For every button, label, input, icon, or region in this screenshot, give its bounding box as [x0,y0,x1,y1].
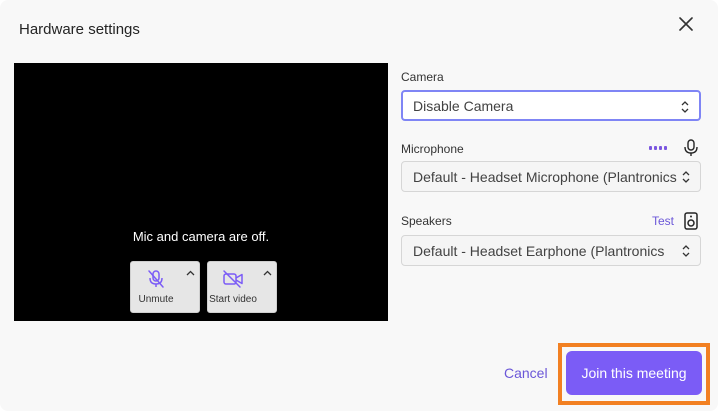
mic-options-button[interactable] [181,262,199,312]
select-arrows-icon [681,101,689,113]
microphone-select[interactable]: Default - Headset Microphone (Plantronic… [401,161,701,192]
select-arrows-icon [682,245,690,257]
chevron-up-icon [186,270,194,276]
mic-icon [684,139,698,156]
unmute-label: Unmute [138,294,174,305]
close-button[interactable] [673,11,699,37]
microphone-selected-value: Default - Headset Microphone (Plantronic… [413,168,677,185]
speakers-label: Speakers [401,214,452,228]
camera-select[interactable]: Disable Camera [401,90,701,121]
video-off-icon [223,270,243,288]
video-preview: Mic and camera are off. Unmute Start vid… [14,63,388,321]
camera-selected-value: Disable Camera [413,97,514,114]
video-control: Start video [207,261,277,313]
speakers-select[interactable]: Default - Headset Earphone (Plantronics [401,235,701,266]
video-options-button[interactable] [258,262,276,312]
speakers-selected-value: Default - Headset Earphone (Plantronics [413,242,665,259]
cancel-button[interactable]: Cancel [504,365,548,381]
preview-message: Mic and camera are off. [132,229,270,244]
start-video-label: Start video [209,294,257,305]
hardware-settings-dialog: Hardware settings Mic and camera are off… [0,0,718,411]
unmute-button[interactable]: Unmute [131,262,181,312]
camera-label: Camera [401,70,444,84]
dialog-title: Hardware settings [19,21,140,38]
mic-off-icon [148,270,164,288]
select-arrows-icon [682,171,690,183]
speaker-icon [684,212,698,230]
mic-level-meter [649,146,667,150]
test-speakers-link[interactable]: Test [652,214,674,228]
join-meeting-button[interactable]: Join this meeting [566,351,702,395]
chevron-up-icon [263,270,271,276]
close-icon [679,17,693,31]
start-video-button[interactable]: Start video [208,262,258,312]
mic-control: Unmute [130,261,200,313]
microphone-label: Microphone [401,142,464,156]
